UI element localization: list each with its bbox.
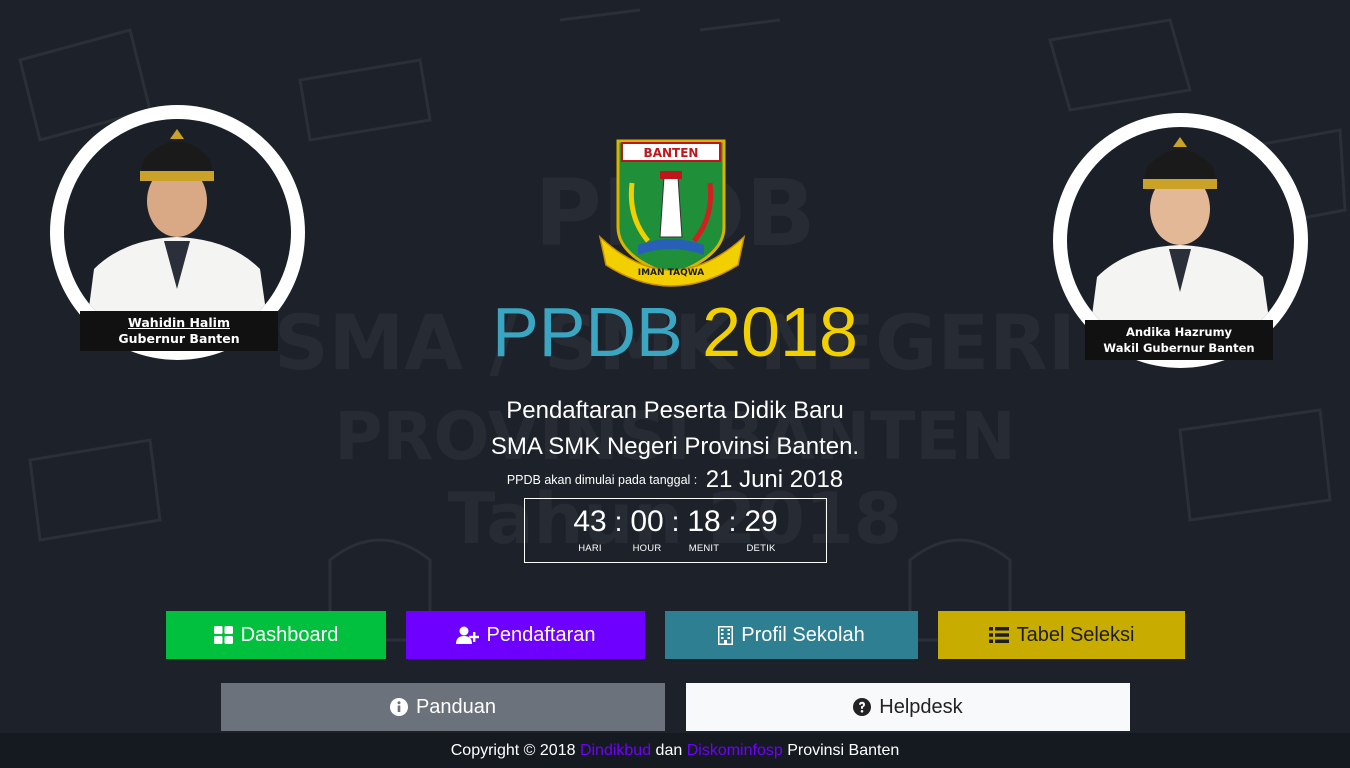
pendaftaran-button[interactable]: Pendaftaran bbox=[406, 611, 645, 659]
footer: Copyright © 2018 Dindikbud dan Diskominf… bbox=[0, 733, 1350, 768]
countdown-days-label: HARI bbox=[578, 543, 602, 554]
start-date-label: PPDB akan dimulai pada tanggal : bbox=[506, 473, 698, 487]
countdown-timer: 43 HARI : 00 HOUR : 18 MENIT : 29 DETIK bbox=[524, 498, 827, 563]
tabel-seleksi-button[interactable]: Tabel Seleksi bbox=[938, 611, 1185, 659]
logo-top-text: BANTEN bbox=[644, 146, 699, 160]
panduan-button[interactable]: Panduan bbox=[221, 683, 665, 731]
page-subtitle: Pendaftaran Peserta Didik Baru SMA SMK N… bbox=[0, 393, 1350, 465]
pendaftaran-button-label: Pendaftaran bbox=[486, 623, 596, 646]
countdown-minutes: 18 MENIT bbox=[680, 505, 728, 562]
page-title: PPDB 2018 bbox=[0, 292, 1350, 372]
subtitle-line1: Pendaftaran Peserta Didik Baru bbox=[506, 397, 844, 424]
th-large-icon bbox=[213, 626, 233, 644]
countdown-hours-label: HOUR bbox=[632, 543, 662, 554]
countdown-separator: : bbox=[671, 506, 680, 537]
info-circle-icon bbox=[389, 698, 408, 716]
profil-sekolah-button[interactable]: Profil Sekolah bbox=[665, 611, 918, 659]
building-icon bbox=[718, 625, 734, 645]
helpdesk-button-label: Helpdesk bbox=[879, 695, 963, 718]
countdown-hours-value: 00 bbox=[630, 505, 664, 538]
footer-conjunction: dan bbox=[655, 742, 683, 759]
banten-logo: BANTEN IMAN TAQWA bbox=[598, 137, 746, 289]
user-plus-icon bbox=[455, 626, 479, 644]
footer-copyright: Copyright © 2018 bbox=[450, 742, 576, 759]
start-date-value: 21 Juni 2018 bbox=[705, 466, 844, 493]
list-icon bbox=[988, 627, 1009, 643]
countdown-minutes-label: MENIT bbox=[688, 543, 720, 554]
countdown-seconds: 29 DETIK bbox=[737, 505, 785, 562]
panduan-button-label: Panduan bbox=[415, 695, 497, 718]
tabel-seleksi-button-label: Tabel Seleksi bbox=[1016, 623, 1135, 646]
footer-province: Provinsi Banten bbox=[787, 742, 900, 759]
footer-link-diskominfosp[interactable]: Diskominfosp bbox=[687, 742, 783, 759]
footer-link-dindikbud[interactable]: Dindikbud bbox=[580, 742, 651, 759]
banten-emblem-icon: BANTEN IMAN TAQWA bbox=[598, 139, 746, 287]
question-circle-icon bbox=[853, 698, 872, 716]
countdown-seconds-label: DETIK bbox=[746, 543, 776, 554]
logo-bottom-text: IMAN TAQWA bbox=[638, 268, 705, 278]
countdown-seconds-value: 29 bbox=[744, 505, 778, 538]
countdown-days: 43 HARI bbox=[566, 505, 614, 562]
profil-sekolah-button-label: Profil Sekolah bbox=[741, 623, 865, 646]
countdown-separator: : bbox=[728, 506, 737, 537]
dashboard-button[interactable]: Dashboard bbox=[166, 611, 386, 659]
start-date-line: PPDB akan dimulai pada tanggal : 21 Juni… bbox=[0, 466, 1350, 494]
countdown-days-value: 43 bbox=[573, 505, 607, 538]
subtitle-line2: SMA SMK Negeri Provinsi Banten. bbox=[490, 433, 860, 460]
countdown-separator: : bbox=[614, 506, 623, 537]
title-ppdb: PPDB bbox=[492, 293, 683, 371]
dashboard-button-label: Dashboard bbox=[240, 623, 339, 646]
countdown-hours: 00 HOUR bbox=[623, 505, 671, 562]
helpdesk-button[interactable]: Helpdesk bbox=[686, 683, 1130, 731]
countdown-minutes-value: 18 bbox=[687, 505, 721, 538]
title-year: 2018 bbox=[702, 293, 858, 371]
